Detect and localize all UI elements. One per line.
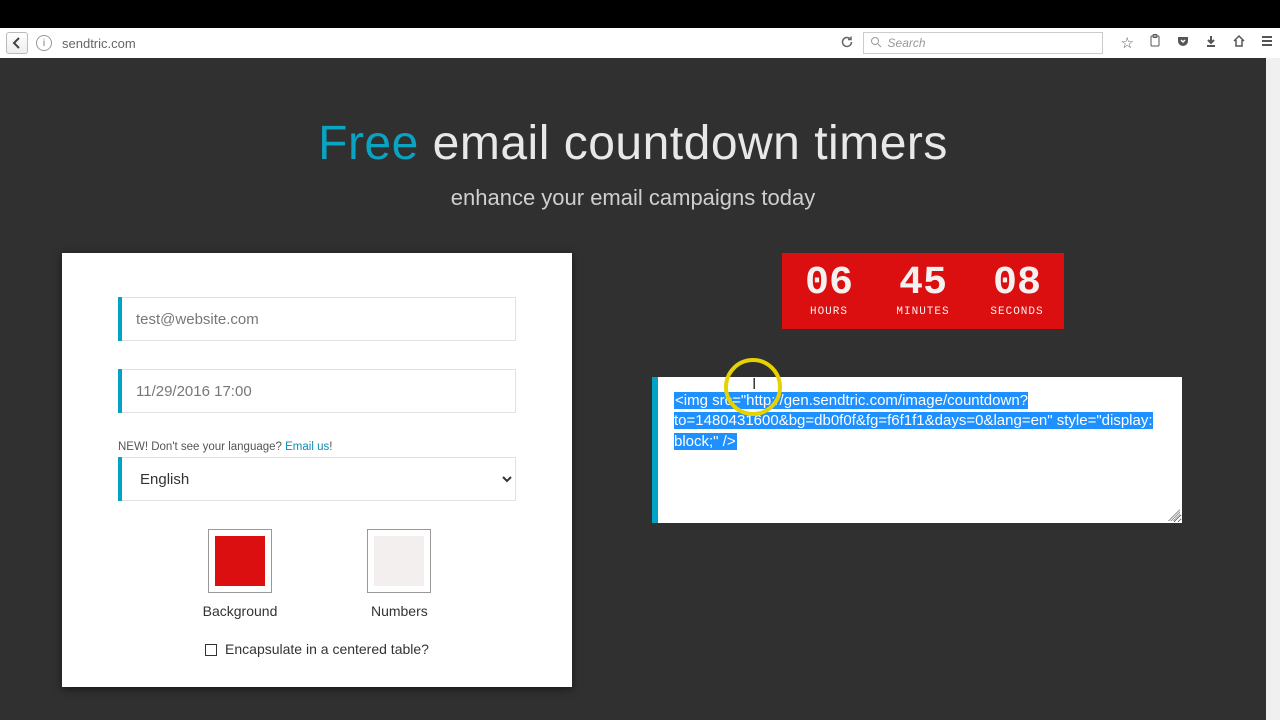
language-note: NEW! Don't see your language? Email us! — [118, 441, 516, 453]
timer-hours-label: HOURS — [782, 306, 876, 318]
toolbar-icons: ☆ — [1121, 34, 1274, 52]
star-icon[interactable]: ☆ — [1121, 34, 1134, 52]
encapsulate-checkbox[interactable] — [205, 644, 217, 656]
countdown-preview: 06 HOURS 45 MINUTES 08 SECONDS — [782, 253, 1064, 329]
date-field[interactable] — [122, 369, 516, 413]
language-note-pre: NEW! Don't see your language? — [118, 441, 285, 453]
pocket-icon[interactable] — [1176, 34, 1190, 52]
email-field-wrap — [118, 297, 516, 341]
config-card: NEW! Don't see your language? Email us! … — [62, 253, 572, 687]
browser-toolbar: i sendtric.com Search ☆ — [0, 28, 1280, 58]
address-bar-url[interactable]: sendtric.com — [62, 36, 136, 51]
background-swatch-label: Background — [203, 603, 278, 619]
vertical-scrollbar[interactable] — [1266, 58, 1280, 720]
timer-hours: 06 — [782, 264, 876, 304]
encapsulate-label: Encapsulate in a centered table? — [225, 641, 429, 657]
email-us-link[interactable]: Email us — [285, 441, 329, 453]
language-field-wrap: English — [118, 457, 516, 501]
numbers-swatch-label: Numbers — [367, 603, 431, 619]
page-subtitle: enhance your email campaigns today — [0, 185, 1266, 211]
page-title: Free email countdown timers — [0, 116, 1266, 171]
preview-column: 06 HOURS 45 MINUTES 08 SECONDS <img src=… — [652, 253, 1204, 687]
back-button[interactable] — [6, 32, 28, 54]
date-field-wrap — [118, 369, 516, 413]
language-select[interactable]: English — [122, 457, 516, 501]
clipboard-icon[interactable] — [1148, 34, 1162, 52]
menu-icon[interactable] — [1260, 34, 1274, 52]
site-info-icon[interactable]: i — [36, 35, 52, 51]
hero: Free email countdown timers enhance your… — [0, 58, 1266, 211]
title-accent: Free — [318, 117, 419, 170]
reload-button[interactable] — [835, 35, 859, 52]
encapsulate-option[interactable]: Encapsulate in a centered table? — [118, 641, 516, 657]
background-swatch-color — [215, 536, 265, 586]
home-icon[interactable] — [1232, 34, 1246, 52]
timer-seconds: 08 — [970, 264, 1064, 304]
timer-minutes: 45 — [876, 264, 970, 304]
email-field[interactable] — [122, 297, 516, 341]
page-content: Free email countdown timers enhance your… — [0, 58, 1266, 720]
background-swatch[interactable]: Background — [203, 529, 278, 619]
resize-grip-icon[interactable] — [1168, 509, 1180, 521]
timer-minutes-label: MINUTES — [876, 306, 970, 318]
search-box[interactable]: Search — [863, 32, 1103, 54]
search-icon — [870, 36, 882, 51]
embed-code-box[interactable]: <img src="http://gen.sendtric.com/image/… — [652, 377, 1182, 523]
download-icon[interactable] — [1204, 34, 1218, 52]
embed-code-text[interactable]: <img src="http://gen.sendtric.com/image/… — [674, 392, 1153, 450]
title-rest: email countdown timers — [419, 117, 948, 170]
search-placeholder: Search — [888, 36, 926, 50]
language-note-post: ! — [329, 441, 332, 453]
color-swatches: Background Numbers — [118, 529, 516, 619]
numbers-swatch[interactable]: Numbers — [367, 529, 431, 619]
timer-seconds-label: SECONDS — [970, 306, 1064, 318]
numbers-swatch-color — [374, 536, 424, 586]
